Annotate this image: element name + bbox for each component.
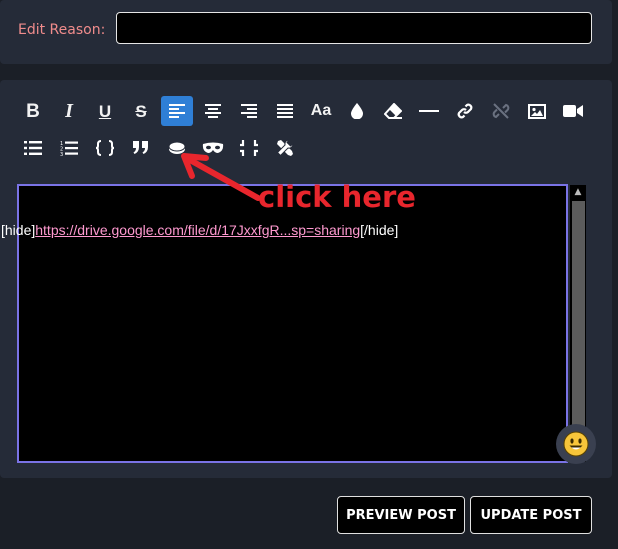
align-center-icon — [205, 104, 221, 118]
emoji-button[interactable] — [556, 424, 596, 464]
annotation-label: click here — [258, 180, 416, 214]
scroll-up-arrow-icon[interactable]: ▲ — [570, 185, 586, 199]
font-size-icon: Aa — [310, 102, 332, 119]
insert-link-button[interactable] — [449, 96, 481, 126]
justify-button[interactable] — [269, 96, 301, 126]
horizontal-rule-button[interactable] — [413, 96, 445, 126]
align-left-button[interactable] — [161, 96, 193, 126]
bulleted-list-button[interactable] — [17, 133, 49, 163]
drive-link[interactable]: https://drive.google.com/file/d/17JxxfgR… — [35, 222, 360, 238]
underline-button[interactable]: U — [89, 96, 121, 126]
droplet-icon — [351, 103, 363, 119]
eraser-icon — [384, 103, 402, 119]
tools-button[interactable] — [269, 133, 301, 163]
underline-icon: U — [98, 101, 112, 121]
numbered-list-button[interactable]: 123 — [53, 133, 85, 163]
insert-image-button[interactable] — [521, 96, 553, 126]
edit-reason-input[interactable] — [116, 12, 592, 44]
strikethrough-icon: S — [135, 101, 147, 121]
text-color-button[interactable] — [341, 96, 373, 126]
smiley-icon — [563, 431, 589, 457]
editor-content-line: [hide]https://drive.google.com/file/d/17… — [1, 222, 398, 238]
code-button[interactable] — [89, 133, 121, 163]
unlink-icon — [492, 103, 510, 119]
scroll-thumb[interactable] — [572, 201, 585, 451]
list-numbered-icon: 123 — [60, 141, 78, 156]
hide-open-tag: [hide] — [1, 222, 36, 238]
link-icon — [457, 103, 473, 119]
update-post-button[interactable]: UPDATE POST — [470, 496, 592, 534]
annotation-arrow-icon — [181, 153, 261, 201]
quote-icon — [133, 141, 148, 154]
remove-format-button[interactable] — [377, 96, 409, 126]
font-size-button[interactable]: Aa — [305, 96, 337, 126]
image-icon — [528, 103, 546, 119]
align-center-button[interactable] — [197, 96, 229, 126]
edit-reason-label: Edit Reason: — [18, 22, 106, 38]
hide-close-tag: [/hide] — [360, 222, 399, 238]
align-left-icon — [169, 104, 185, 118]
quote-button[interactable] — [125, 133, 157, 163]
list-bullet-icon — [24, 141, 42, 155]
italic-icon: I — [65, 100, 73, 122]
edit-reason-panel: Edit Reason: — [0, 0, 612, 64]
strikethrough-button[interactable]: S — [125, 96, 157, 126]
tools-icon — [276, 139, 294, 157]
italic-button[interactable]: I — [53, 96, 85, 126]
code-braces-icon — [96, 140, 114, 156]
align-justify-icon — [277, 104, 293, 118]
svg-text:3: 3 — [60, 152, 63, 156]
align-right-icon — [241, 104, 257, 118]
editor-scrollbar[interactable]: ▲ — [570, 185, 586, 462]
insert-video-button[interactable] — [557, 96, 589, 126]
bold-icon: B — [26, 100, 40, 122]
horizontal-rule-icon — [419, 110, 439, 112]
preview-post-button[interactable]: PREVIEW POST — [337, 496, 465, 534]
unlink-button[interactable] — [485, 96, 517, 126]
align-right-button[interactable] — [233, 96, 265, 126]
video-icon — [563, 105, 583, 117]
bold-button[interactable]: B — [17, 96, 49, 126]
